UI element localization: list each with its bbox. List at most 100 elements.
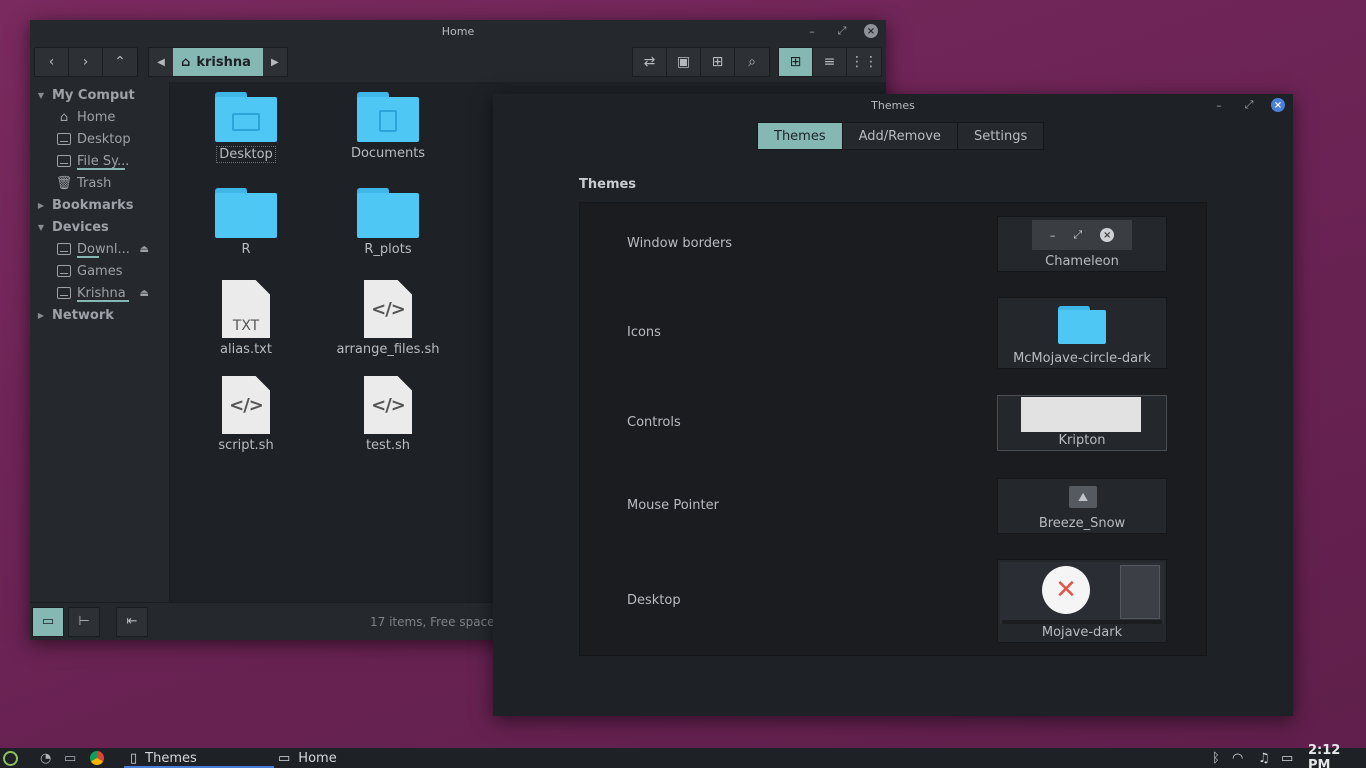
search-icon[interactable]: ⌕ xyxy=(735,48,769,76)
close-icon[interactable]: × xyxy=(864,24,878,38)
mouse-pointer-selector[interactable]: ⛰ Breeze_Snow xyxy=(997,478,1167,534)
tree-icon[interactable]: ⊢ xyxy=(68,606,100,637)
themes-app-icon: ▯ xyxy=(130,750,138,766)
file-item-desktop[interactable]: Desktop xyxy=(186,92,306,163)
minimize-icon[interactable]: – xyxy=(1211,97,1227,113)
taskbar: ◔ ▭ ▯ Themes ▭ Home ᛒ ◠ ♫ ▭ 2:12 PM xyxy=(0,743,1366,768)
window-borders-selector[interactable]: – ⤢ × Chameleon xyxy=(997,216,1167,272)
new-folder-icon[interactable]: ⊞ xyxy=(701,48,735,76)
bluetooth-icon[interactable]: ᛒ xyxy=(1212,748,1220,768)
titlebar[interactable]: Home – ⤢ × xyxy=(30,20,886,42)
icons-value: McMojave-circle-dark xyxy=(1013,351,1151,366)
tab-add-remove[interactable]: Add/Remove xyxy=(842,123,958,149)
tab-settings[interactable]: Settings xyxy=(957,123,1044,149)
battery-icon[interactable]: ▭ xyxy=(1281,748,1293,768)
icons-selector[interactable]: McMojave-circle-dark xyxy=(997,297,1167,369)
sidebar-item-desktop[interactable]: Desktop xyxy=(30,128,169,150)
file-item-test-sh[interactable]: </> test.sh xyxy=(328,376,448,453)
drive-icon xyxy=(56,242,72,256)
eject-icon[interactable]: ⏏ xyxy=(140,288,149,299)
folder-icon xyxy=(357,92,419,142)
chrome-launcher-icon[interactable] xyxy=(90,748,104,768)
row-label-icons: Icons xyxy=(627,325,661,340)
desktop-value: Mojave-dark xyxy=(1041,625,1123,640)
sidebar-item-trash[interactable]: 🗑︎ Trash xyxy=(30,172,169,194)
forward-button[interactable]: › xyxy=(69,48,103,76)
menu-button[interactable] xyxy=(3,748,18,768)
sidebar: ▼ My Comput ⌂ Home Desktop File Sy... 🗑︎… xyxy=(30,82,170,602)
taskbar-window-themes[interactable]: ▯ Themes xyxy=(124,748,274,768)
desktop-selector[interactable]: ✕ Mojave-dark xyxy=(997,559,1167,643)
folder-icon xyxy=(215,92,277,142)
toolbar: ‹ › ⌃ ◀ ⌂ krishna ▶ ⇄ ▣ ⊞ ⌕ ⊞ ≡ ⋮⋮ xyxy=(30,42,886,82)
sidebar-section-computer[interactable]: ▼ My Comput xyxy=(30,84,169,106)
eject-icon[interactable]: ⏏ xyxy=(140,244,149,255)
list-view-icon[interactable]: ≡ xyxy=(813,48,847,76)
taskbar-window-home[interactable]: ▭ Home xyxy=(278,748,337,768)
expand-icon: ▼ xyxy=(37,90,45,100)
nav-buttons: ‹ › ⌃ xyxy=(34,47,138,77)
maximize-icon[interactable]: ⤢ xyxy=(1241,97,1257,113)
collapse-icon: ▶ xyxy=(37,200,45,210)
tab-themes[interactable]: Themes xyxy=(758,123,843,149)
breadcrumb: ◀ ⌂ krishna ▶ xyxy=(148,47,288,77)
window-title: Home xyxy=(441,24,475,38)
wifi-icon[interactable]: ◠ xyxy=(1232,748,1243,768)
up-button[interactable]: ⌃ xyxy=(103,48,137,76)
usage-bar xyxy=(77,256,99,258)
border-preview: – ⤢ × xyxy=(1032,220,1132,250)
themes-window: Themes – ⤢ × Themes Add/Remove Settings … xyxy=(493,94,1293,716)
file-item-alias-txt[interactable]: TXT alias.txt xyxy=(186,280,306,357)
action-buttons: ⇄ ▣ ⊞ ⌕ xyxy=(632,47,770,77)
back-button[interactable]: ‹ xyxy=(35,48,69,76)
usage-bar xyxy=(77,168,125,170)
show-desktop-icon[interactable]: ◔ xyxy=(40,748,51,768)
text-file-icon: TXT xyxy=(222,280,270,338)
breadcrumb-left-icon[interactable]: ◀ xyxy=(149,48,173,76)
folder-icon xyxy=(357,188,419,238)
folder-icon xyxy=(215,188,277,238)
maximize-icon[interactable]: ⤢ xyxy=(834,23,850,39)
icon-view-icon[interactable]: ⊞ xyxy=(779,48,813,76)
sidebar-item-krishna[interactable]: Krishna ⏏ xyxy=(30,282,169,304)
calendar-widget xyxy=(1120,565,1160,619)
titlebar[interactable]: Themes – ⤢ × xyxy=(493,94,1293,116)
hide-sidebar-icon[interactable]: ⇤ xyxy=(116,606,148,637)
row-label-desktop: Desktop xyxy=(627,593,681,608)
controls-selector[interactable]: Kripton xyxy=(997,395,1167,451)
tab-bar: Themes Add/Remove Settings xyxy=(757,122,1045,150)
breadcrumb-current[interactable]: ⌂ krishna xyxy=(173,48,263,76)
breadcrumb-label: krishna xyxy=(196,54,251,70)
file-item-script-sh[interactable]: </> script.sh xyxy=(186,376,306,453)
script-file-icon: </> xyxy=(364,376,412,434)
window-title: Themes xyxy=(871,98,915,112)
file-item-r-plots[interactable]: R_plots xyxy=(328,188,448,257)
mouse-pointer-value: Breeze_Snow xyxy=(1038,516,1126,531)
file-item-documents[interactable]: Documents xyxy=(328,92,448,161)
sidebar-section-devices[interactable]: ▼ Devices xyxy=(30,216,169,238)
terminal-icon[interactable]: ▣ xyxy=(667,48,701,76)
places-icon[interactable]: ▭ xyxy=(32,606,64,637)
sidebar-item-downloads[interactable]: Downl... ⏏ xyxy=(30,238,169,260)
sound-icon[interactable]: ♫ xyxy=(1258,748,1270,768)
file-manager-launcher-icon[interactable]: ▭ xyxy=(64,748,76,768)
usage-bar xyxy=(77,300,129,302)
sidebar-section-bookmarks[interactable]: ▶ Bookmarks xyxy=(30,194,169,216)
compact-view-icon[interactable]: ⋮⋮ xyxy=(847,48,881,76)
sidebar-item-home[interactable]: ⌂ Home xyxy=(30,106,169,128)
expand-icon: ▼ xyxy=(37,222,45,232)
file-item-r[interactable]: R xyxy=(186,188,306,257)
sidebar-section-network[interactable]: ▶ Network xyxy=(30,304,169,326)
script-file-icon: </> xyxy=(364,280,412,338)
close-icon[interactable]: × xyxy=(1271,98,1285,112)
minimize-icon[interactable]: – xyxy=(804,23,820,39)
clock[interactable]: 2:12 PM xyxy=(1308,743,1366,768)
drive-icon xyxy=(56,154,72,168)
x-logo-icon: ✕ xyxy=(1042,566,1090,614)
breadcrumb-right-icon[interactable]: ▶ xyxy=(263,48,287,76)
sidebar-item-games[interactable]: Games xyxy=(30,260,169,282)
file-item-arrange-files[interactable]: </> arrange_files.sh xyxy=(328,280,448,357)
sidebar-item-filesystem[interactable]: File Sy... xyxy=(30,150,169,172)
desktop-icon xyxy=(56,132,72,146)
toggle-location-icon[interactable]: ⇄ xyxy=(633,48,667,76)
